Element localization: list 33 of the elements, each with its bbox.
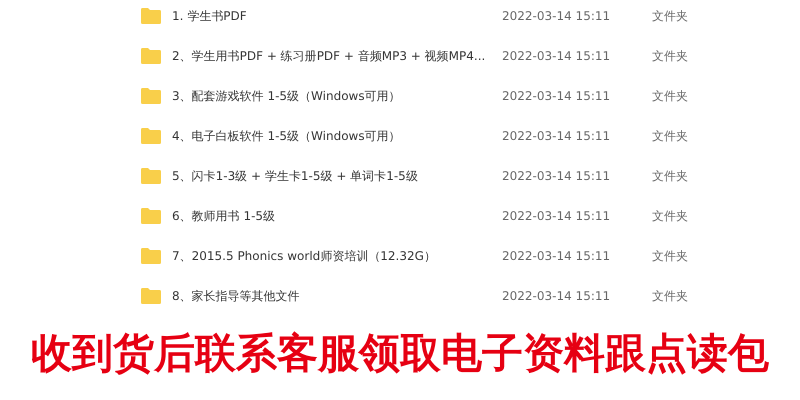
file-type: 文件夹 bbox=[652, 48, 688, 65]
folder-icon bbox=[141, 128, 161, 144]
file-type: 文件夹 bbox=[652, 8, 688, 25]
folder-icon bbox=[141, 48, 161, 64]
file-name[interactable]: 6、教师用书 1-5级 bbox=[172, 207, 492, 225]
file-type: 文件夹 bbox=[652, 128, 688, 145]
file-name[interactable]: 2、学生用书PDF + 练习册PDF + 音频MP3 + 视频MP4... bbox=[172, 47, 492, 65]
folder-icon bbox=[141, 168, 161, 184]
modified-date: 2022-03-14 15:11 bbox=[502, 88, 612, 105]
folder-icon bbox=[141, 208, 161, 224]
file-name[interactable]: 7、2015.5 Phonics world师资培训（12.32G） bbox=[172, 247, 492, 265]
file-type: 文件夹 bbox=[652, 208, 688, 225]
folder-icon bbox=[141, 88, 161, 104]
modified-date: 2022-03-14 15:11 bbox=[502, 288, 612, 305]
folder-icon bbox=[141, 248, 161, 264]
modified-date: 2022-03-14 15:11 bbox=[502, 8, 612, 25]
file-name[interactable]: 1. 学生书PDF bbox=[172, 7, 492, 25]
file-name[interactable]: 8、家长指导等其他文件 bbox=[172, 287, 492, 305]
file-type: 文件夹 bbox=[652, 288, 688, 305]
modified-date: 2022-03-14 15:11 bbox=[502, 248, 612, 265]
modified-date: 2022-03-14 15:11 bbox=[502, 168, 612, 185]
folder-icon bbox=[141, 8, 161, 24]
file-type: 文件夹 bbox=[652, 168, 688, 185]
banner-text: 收到货后联系客服领取电子资料跟点读包 bbox=[31, 328, 769, 379]
folder-icon bbox=[141, 288, 161, 304]
file-name[interactable]: 3、配套游戏软件 1-5级（Windows可用） bbox=[172, 87, 492, 105]
modified-date: 2022-03-14 15:11 bbox=[502, 128, 612, 145]
file-name[interactable]: 4、电子白板软件 1-5级（Windows可用） bbox=[172, 127, 492, 145]
modified-date: 2022-03-14 15:11 bbox=[502, 48, 612, 65]
file-type: 文件夹 bbox=[652, 88, 688, 105]
file-name[interactable]: 5、闪卡1-3级 + 学生卡1-5级 + 单词卡1-5级 bbox=[172, 167, 492, 185]
modified-date: 2022-03-14 15:11 bbox=[502, 208, 612, 225]
file-type: 文件夹 bbox=[652, 248, 688, 265]
